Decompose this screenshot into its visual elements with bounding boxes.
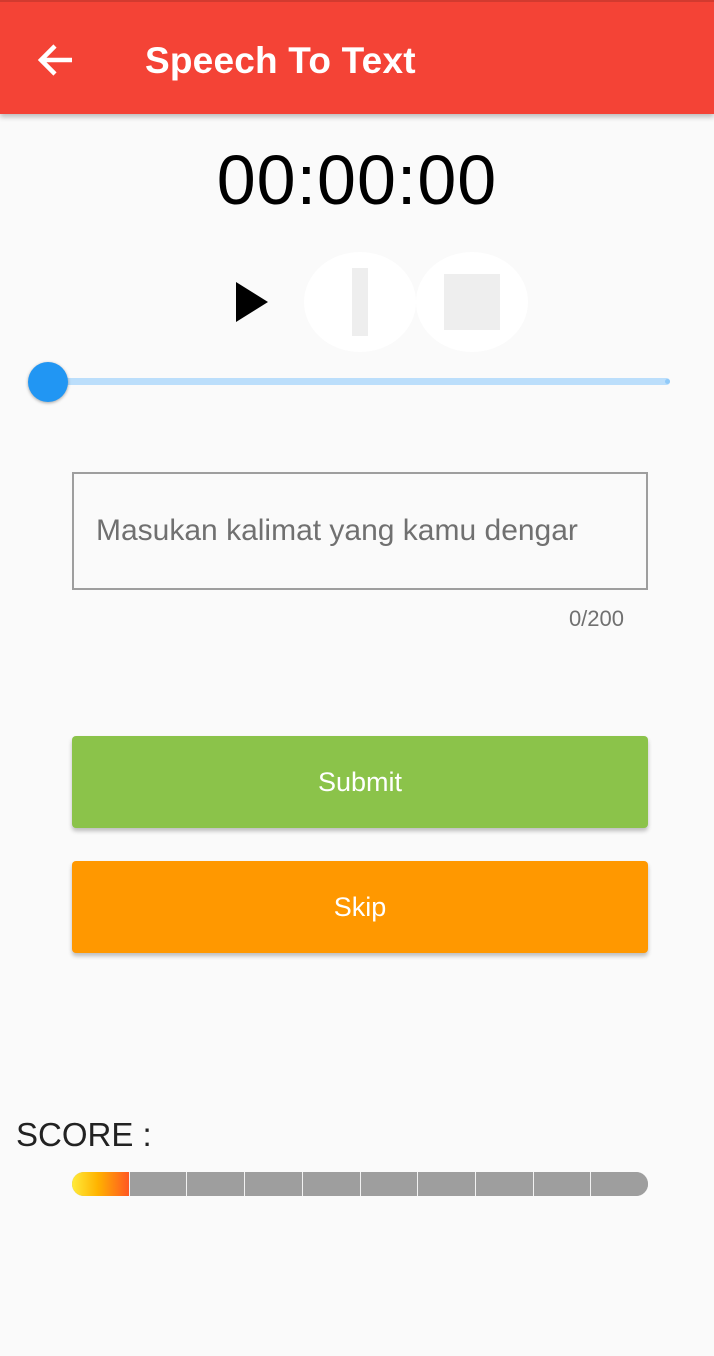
score-label: SCORE : <box>16 1116 152 1153</box>
score-segment-empty <box>359 1172 418 1196</box>
arrow-left-icon <box>37 44 72 76</box>
score-segment-empty <box>244 1172 302 1196</box>
score-segment-empty <box>590 1172 648 1196</box>
pause-icon <box>352 268 368 336</box>
play-button[interactable] <box>222 272 282 332</box>
score-segment-empty <box>532 1172 591 1196</box>
play-icon <box>236 282 268 322</box>
score-segment-empty <box>186 1172 245 1196</box>
timer-display: 00:00:00 <box>216 141 498 219</box>
stop-button[interactable] <box>416 252 528 352</box>
audio-progress-thumb[interactable] <box>28 362 68 402</box>
score-segment-filled <box>72 1172 129 1196</box>
page-title: Speech To Text <box>145 40 416 81</box>
score-segment-empty <box>301 1172 360 1196</box>
stop-icon <box>444 274 500 330</box>
score-segment-empty <box>128 1172 187 1196</box>
answer-input[interactable] <box>72 472 648 590</box>
score-segment-empty <box>474 1172 533 1196</box>
skip-button[interactable]: Skip <box>72 861 648 953</box>
score-progress-bar <box>72 1172 648 1196</box>
app-bar: Speech To Text <box>0 0 714 114</box>
character-counter: 0/200 <box>568 606 624 631</box>
back-button[interactable] <box>28 32 84 88</box>
score-segment-empty <box>417 1172 475 1196</box>
submit-button[interactable]: Submit <box>72 736 648 828</box>
pause-button[interactable] <box>304 252 416 352</box>
progress-track-end <box>665 379 670 384</box>
audio-progress-track[interactable] <box>48 378 670 385</box>
